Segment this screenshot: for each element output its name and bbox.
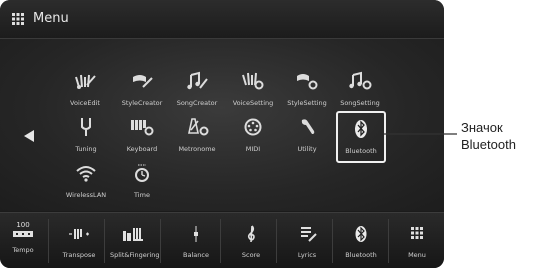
bottom-item-label: Tempo xyxy=(12,246,34,254)
menu-item-time[interactable]: Time xyxy=(117,157,167,209)
menu-button[interactable]: Menu xyxy=(394,213,440,268)
menu-item-voice-edit[interactable]: VoiceEdit xyxy=(60,65,110,117)
metronome-setting-icon xyxy=(188,118,209,136)
menu-item-label: VoiceEdit xyxy=(70,99,100,107)
tempo-button[interactable]: 100 Tempo xyxy=(0,213,46,268)
transpose-icon xyxy=(69,229,89,239)
menu-item-label: Bluetooth xyxy=(345,147,377,155)
menu-item-label: StyleCreator xyxy=(121,99,163,107)
menu-item-label: Time xyxy=(134,191,150,199)
style-creator-icon xyxy=(133,75,153,88)
grid-menu-icon xyxy=(411,227,423,239)
bottom-item-label: Split&Fingering xyxy=(110,251,160,259)
divider xyxy=(332,219,333,263)
treble-clef-icon xyxy=(247,225,255,243)
divider xyxy=(220,219,221,263)
lyrics-button[interactable]: Lyrics xyxy=(284,213,330,268)
bottom-item-label: Bluetooth xyxy=(345,251,377,259)
split-fingering-button[interactable]: Split&Fingering xyxy=(110,213,160,268)
menu-item-tuning[interactable]: Tuning xyxy=(61,111,111,163)
menu-item-label: SongCreator xyxy=(176,99,218,107)
bottom-item-label: Score xyxy=(241,251,261,259)
menu-item-song-creator[interactable]: SongCreator xyxy=(172,65,222,117)
menu-item-keyboard[interactable]: Keyboard xyxy=(117,111,167,163)
menu-item-label: Keyboard xyxy=(126,145,158,153)
transpose-button[interactable]: Transpose xyxy=(56,213,102,268)
song-creator-icon xyxy=(187,71,208,90)
menu-item-label: Metronome xyxy=(178,145,216,153)
midi-icon xyxy=(244,118,262,136)
divider xyxy=(48,219,49,263)
bottom-item-label: Menu xyxy=(408,251,426,259)
divider xyxy=(276,219,277,263)
split-fingering-icon xyxy=(123,228,143,241)
callout-line-2: Bluetooth xyxy=(461,137,516,152)
menu-item-label: WirelessLAN xyxy=(65,191,107,199)
menu-item-utility[interactable]: Utility xyxy=(282,111,332,163)
page-title: Menu xyxy=(33,11,69,26)
menu-item-label: SongSetting xyxy=(340,99,380,107)
voice-setting-icon xyxy=(242,72,264,90)
arrow-left-icon[interactable] xyxy=(24,130,34,142)
bottom-item-label: Lyrics xyxy=(297,251,317,259)
divider xyxy=(104,219,105,263)
balance-button[interactable]: Balance xyxy=(173,213,219,268)
tempo-value: 100 xyxy=(16,221,30,229)
divider xyxy=(160,219,161,263)
lyrics-icon xyxy=(301,227,317,242)
voice-edit-icon xyxy=(75,74,96,89)
bottom-bar: 100 Tempo Transpose Split&Fingering Bala… xyxy=(0,212,444,268)
menu-item-midi[interactable]: MIDI xyxy=(228,111,278,163)
menu-item-label: Tuning xyxy=(75,145,97,153)
wrench-icon xyxy=(301,119,315,134)
score-button[interactable]: Score xyxy=(228,213,274,268)
menu-item-label: VoiceSetting xyxy=(232,99,274,107)
balance-slider-icon xyxy=(194,226,198,242)
tuning-fork-icon xyxy=(81,118,91,136)
bluetooth-status-button[interactable]: Bluetooth xyxy=(338,213,384,268)
menu-header: Menu xyxy=(0,0,444,39)
divider xyxy=(388,219,389,263)
menu-item-voice-setting[interactable]: VoiceSetting xyxy=(228,65,278,117)
menu-item-song-setting[interactable]: SongSetting xyxy=(335,65,385,117)
wifi-icon xyxy=(76,166,96,182)
menu-item-style-creator[interactable]: StyleCreator xyxy=(117,65,167,117)
menu-content-area: VoiceEdit StyleCreator SongCreator Voice… xyxy=(0,39,444,211)
menu-item-metronome[interactable]: Metronome xyxy=(172,111,222,163)
instrument-display: Menu VoiceEdit StyleCreator SongCreator … xyxy=(0,0,444,268)
bluetooth-icon xyxy=(355,120,367,138)
bluetooth-icon xyxy=(355,226,367,242)
style-setting-icon xyxy=(297,74,318,90)
bottom-item-label: Transpose xyxy=(62,251,96,259)
menu-item-label: MIDI xyxy=(245,145,261,153)
menu-item-bluetooth[interactable]: Bluetooth xyxy=(336,111,386,163)
tempo-bar-icon xyxy=(13,231,33,237)
menu-item-label: StyleSetting xyxy=(287,99,327,107)
clock-icon xyxy=(135,164,149,182)
keyboard-setting-icon xyxy=(131,120,154,136)
menu-item-label: Utility xyxy=(297,145,317,153)
menu-item-wireless-lan[interactable]: WirelessLAN xyxy=(61,157,111,209)
callout-line-1: Значок xyxy=(461,120,503,135)
callout-label: Значок Bluetooth xyxy=(461,119,516,153)
bottom-item-label: Balance xyxy=(183,251,209,259)
song-setting-icon xyxy=(349,71,372,90)
menu-item-style-setting[interactable]: StyleSetting xyxy=(282,65,332,117)
grid-menu-icon[interactable] xyxy=(12,13,24,25)
